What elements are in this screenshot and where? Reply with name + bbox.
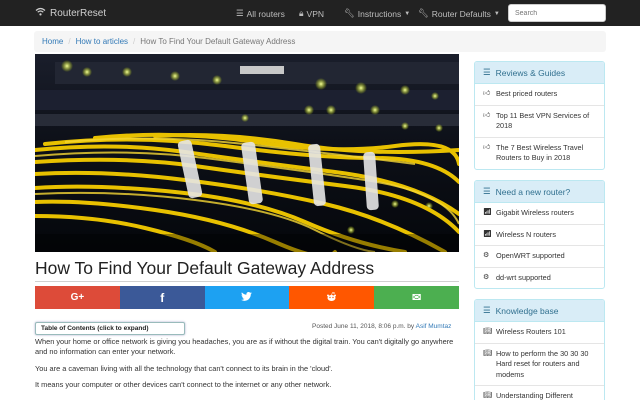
sidebar-link[interactable]: 📶︎ Wireless N routers xyxy=(475,225,604,246)
article-paragraph: You are a caveman living with all the te… xyxy=(35,364,333,373)
wifi-icon: 📶︎ xyxy=(483,209,492,216)
posted-date: Posted June 11, 2018, 8:06 p.m. by xyxy=(312,323,415,330)
book-icon: 📖︎ xyxy=(483,392,492,399)
sidebar-link-label: Gigabit Wireless routers xyxy=(496,208,574,217)
reviews-guides-panel: ☰ Reviews & Guides 👍︎ Best priced routers… xyxy=(474,61,605,170)
book-icon: 📖︎ xyxy=(483,328,492,335)
breadcrumb-separator: / xyxy=(68,37,71,46)
hero-image-network-cables xyxy=(35,54,459,252)
panel-heading: ☰ Reviews & Guides xyxy=(475,62,604,84)
sidebar-link-label: Understanding Different xyxy=(496,391,573,400)
sidebar-link-label: Top 11 Best VPN Services of 2018 xyxy=(496,110,590,131)
wrench-icon: 🔧︎ xyxy=(418,8,429,18)
brand-label: RouterReset xyxy=(50,7,107,19)
breadcrumb-separator: / xyxy=(133,37,136,46)
breadcrumb-how-to[interactable]: How to articles xyxy=(76,37,128,46)
book-icon: 📖︎ xyxy=(483,349,492,357)
panel-title: Need a new router? xyxy=(495,186,571,197)
panel-title: Knowledge base xyxy=(495,305,559,316)
knowledge-base-panel: ☰ Knowledge base 📖︎ Wireless Routers 101 … xyxy=(474,299,605,400)
search-input[interactable] xyxy=(508,4,606,22)
panel-heading: ☰ Knowledge base xyxy=(475,300,604,322)
panel-title: Reviews & Guides xyxy=(495,67,566,78)
sidebar-link-label: Wireless Routers 101 xyxy=(496,327,566,336)
cogs-icon: ⚙ xyxy=(483,273,490,281)
sidebar-link[interactable]: 📖︎ Wireless Routers 101 xyxy=(475,322,604,344)
cogs-icon: ⚙ xyxy=(483,252,490,259)
nav-instructions-label: Instructions xyxy=(357,8,402,19)
breadcrumb: Home / How to articles / How To Find Your De… xyxy=(34,31,606,52)
list-icon: ☰ xyxy=(483,67,491,77)
sidebar-link[interactable]: 📶︎ Gigabit Wireless routers xyxy=(475,203,604,225)
sidebar-link[interactable]: ⚙ OpenWRT supported xyxy=(475,246,604,268)
wifi-icon: 📶︎ xyxy=(483,230,492,238)
email-share-button[interactable]: ✉ xyxy=(374,286,459,309)
list-icon: ☰ xyxy=(483,186,491,196)
nav-instructions[interactable]: 🔧︎ Instructions ▼ xyxy=(344,8,410,19)
envelope-icon: ✉ xyxy=(411,292,422,304)
article-title: How To Find Your Default Gateway Address xyxy=(35,258,375,278)
nav-all-routers[interactable]: ☰ All routers xyxy=(236,8,285,19)
wrench-icon: 🔧︎ xyxy=(344,8,355,18)
twitter-share-button[interactable] xyxy=(204,286,290,309)
nav-router-defaults[interactable]: 🔧︎ Router Defaults ▼ xyxy=(418,8,500,19)
sidebar-link[interactable]: 📖︎ Understanding Different xyxy=(475,386,604,400)
caret-down-icon: ▼ xyxy=(493,10,500,17)
nav-all-routers-label: All routers xyxy=(246,8,285,19)
sidebar-link[interactable]: 👍︎ Top 11 Best VPN Services of 2018 xyxy=(475,106,604,138)
thumbs-up-icon: 👍︎ xyxy=(483,111,491,119)
breadcrumb-current: How To Find Your Default Gateway Address xyxy=(140,37,296,46)
new-router-panel: ☰ Need a new router? 📶︎ Gigabit Wireless … xyxy=(474,180,605,289)
facebook-share-button[interactable]: f xyxy=(119,286,205,309)
list-icon: ☰ xyxy=(483,305,491,315)
top-navbar: RouterReset ☰ All routers 🔒︎ VPN 🔧︎ Inst… xyxy=(0,0,640,26)
panel-heading: ☰ Need a new router? xyxy=(475,181,604,203)
sidebar-link[interactable]: 👍︎ Best priced routers xyxy=(475,84,604,106)
title-divider xyxy=(35,281,459,282)
caret-down-icon: ▼ xyxy=(404,10,411,17)
nav-vpn-label: VPN xyxy=(306,8,325,19)
sidebar-link-label: How to perform the 30 30 30 Hard reset f… xyxy=(496,348,589,379)
nav-router-defaults-label: Router Defaults xyxy=(431,8,491,19)
table-of-contents-toggle[interactable]: Table of Contents (click to expand) xyxy=(35,322,185,335)
sidebar-link-label: dd-wrt supported xyxy=(496,272,551,282)
twitter-icon xyxy=(241,292,253,303)
sidebar-link-label: The 7 Best Wireless Travel Routers to Bu… xyxy=(496,142,584,163)
wifi-icon xyxy=(35,7,46,19)
thumbs-up-icon: 👍︎ xyxy=(483,90,491,97)
author-link[interactable]: Asif Mumtaz xyxy=(416,323,452,330)
reddit-icon xyxy=(326,291,337,304)
facebook-icon: f xyxy=(160,290,165,305)
google-plus-share-button[interactable]: G+ xyxy=(35,286,120,309)
lock-icon: 🔒︎ xyxy=(299,8,304,18)
nav-vpn[interactable]: 🔒︎ VPN xyxy=(299,8,324,19)
thumbs-up-icon: 👍︎ xyxy=(483,143,491,151)
breadcrumb-home[interactable]: Home xyxy=(42,37,63,46)
share-bar: G+ f ✉ xyxy=(35,286,459,309)
article-paragraph: When your home or office network is givi… xyxy=(35,337,454,356)
post-meta: Posted June 11, 2018, 8:06 p.m. by Asif … xyxy=(312,323,451,330)
sidebar-link-label: Wireless N routers xyxy=(496,229,557,239)
google-plus-icon: G+ xyxy=(70,292,85,303)
sidebar-link[interactable]: 👍︎ The 7 Best Wireless Travel Routers to … xyxy=(475,138,604,169)
sidebar-link-label: OpenWRT supported xyxy=(496,251,565,260)
list-icon: ☰ xyxy=(236,8,244,18)
brand-link[interactable]: RouterReset xyxy=(35,7,106,19)
sidebar-link-label: Best priced routers xyxy=(496,89,558,98)
sidebar-link[interactable]: 📖︎ How to perform the 30 30 30 Hard reset… xyxy=(475,344,604,386)
sidebar-link[interactable]: ⚙ dd-wrt supported xyxy=(475,268,604,289)
article-paragraph: It means your computer or other devices … xyxy=(35,380,332,389)
reddit-share-button[interactable] xyxy=(289,286,375,309)
